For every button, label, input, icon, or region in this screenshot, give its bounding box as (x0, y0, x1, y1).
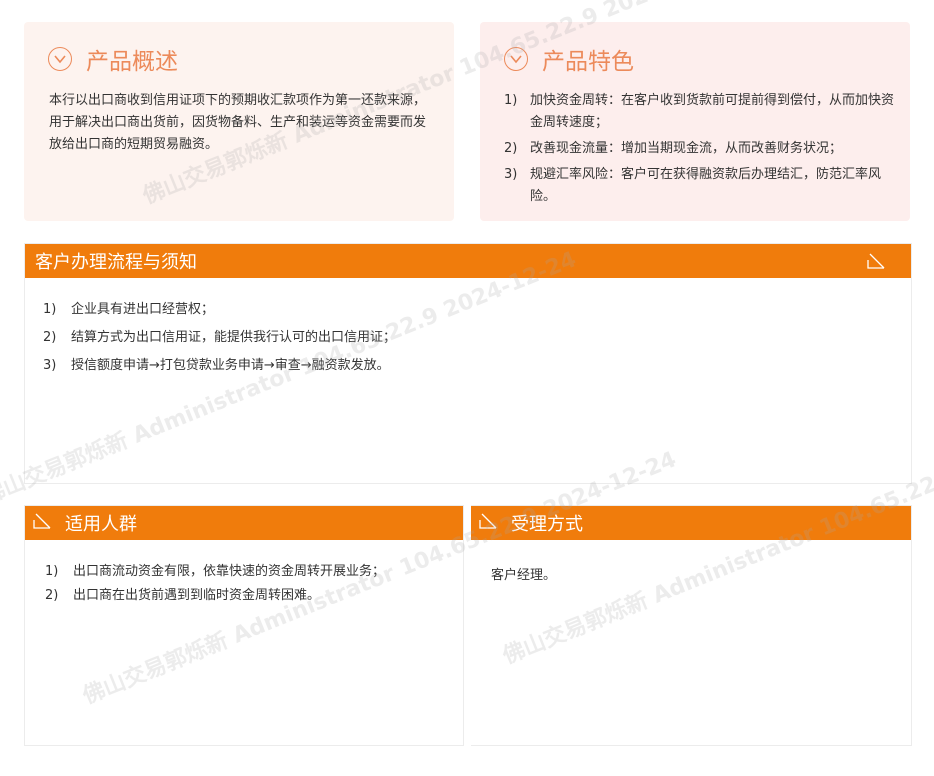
acceptance-panel: 受理方式 客户经理。 (471, 505, 912, 746)
chevron-down-circle-icon (48, 47, 72, 71)
arrow-down-right-icon (33, 512, 53, 535)
list-item-text: 规避汇率风险：客户可在获得融资款后办理结汇，防范汇率风险。 (530, 167, 882, 204)
list-item: 2) 改善现金流量：增加当期现金流，从而改善财务状况； (504, 138, 906, 160)
list-item-text: 出口商在出货前遇到到临时资金周转困难。 (73, 588, 321, 603)
process-panel-title: 客户办理流程与须知 (35, 252, 197, 273)
chevron-down-circle-icon (504, 47, 528, 71)
list-item: 1) 出口商流动资金有限，依靠快速的资金周转开展业务； (45, 560, 385, 584)
list-item-number: 2) (43, 330, 57, 345)
list-item: 1) 企业具有进出口经营权； (43, 296, 396, 324)
list-item: 2) 结算方式为出口信用证，能提供我行认可的出口信用证； (43, 324, 396, 352)
audience-panel: 适用人群 1) 出口商流动资金有限，依靠快速的资金周转开展业务； 2) 出口商在… (24, 505, 464, 746)
audience-panel-title: 适用人群 (65, 514, 137, 535)
process-panel: 客户办理流程与须知 1) 企业具有进出口经营权； 2) 结算方式为出口信用证，能… (24, 243, 912, 484)
list-item-number: 3) (43, 358, 57, 373)
audience-panel-header: 适用人群 (25, 506, 463, 540)
features-list: 1) 加快资金周转：在客户收到货款前可提前得到偿付，从而加快资金周转速度； 2)… (504, 90, 906, 212)
list-item: 3) 规避汇率风险：客户可在获得融资款后办理结汇，防范汇率风险。 (504, 164, 906, 208)
list-item-text: 授信额度申请→打包贷款业务申请→审查→融资款发放。 (71, 358, 390, 373)
list-item-text: 出口商流动资金有限，依靠快速的资金周转开展业务； (73, 564, 386, 579)
overview-title: 产品概述 (86, 49, 178, 75)
list-item-number: 2) (504, 141, 518, 156)
list-item-number: 2) (45, 588, 59, 603)
list-item-text: 改善现金流量：增加当期现金流，从而改善财务状况； (530, 141, 843, 156)
list-item-number: 1) (43, 302, 57, 317)
overview-header: 产品概述 (48, 42, 178, 76)
process-list: 1) 企业具有进出口经营权； 2) 结算方式为出口信用证，能提供我行认可的出口信… (43, 296, 396, 380)
product-features-card: 产品特色 1) 加快资金周转：在客户收到货款前可提前得到偿付，从而加快资金周转速… (480, 22, 910, 221)
list-item-text: 加快资金周转：在客户收到货款前可提前得到偿付，从而加快资金周转速度； (530, 93, 895, 130)
list-item-number: 1) (504, 93, 518, 108)
list-item: 3) 授信额度申请→打包贷款业务申请→审查→融资款发放。 (43, 352, 396, 380)
list-item-text: 结算方式为出口信用证，能提供我行认可的出口信用证； (71, 330, 397, 345)
list-item-text: 企业具有进出口经营权； (71, 302, 215, 317)
acceptance-panel-title: 受理方式 (511, 514, 583, 535)
acceptance-panel-header: 受理方式 (471, 506, 911, 540)
list-item: 2) 出口商在出货前遇到到临时资金周转困难。 (45, 584, 385, 608)
features-header: 产品特色 (504, 42, 634, 76)
product-overview-card: 产品概述 本行以出口商收到信用证项下的预期收汇款项作为第一还款来源，用于解决出口… (24, 22, 454, 221)
list-item: 1) 加快资金周转：在客户收到货款前可提前得到偿付，从而加快资金周转速度； (504, 90, 906, 134)
overview-text: 本行以出口商收到信用证项下的预期收汇款项作为第一还款来源，用于解决出口商出货前，… (49, 93, 427, 152)
arrow-down-right-icon (867, 252, 887, 275)
features-title: 产品特色 (542, 49, 634, 75)
list-item-number: 3) (504, 167, 518, 182)
process-panel-header: 客户办理流程与须知 (25, 244, 911, 278)
arrow-down-right-icon (479, 512, 499, 535)
list-item-number: 1) (45, 564, 59, 579)
audience-list: 1) 出口商流动资金有限，依靠快速的资金周转开展业务； 2) 出口商在出货前遇到… (45, 560, 385, 608)
acceptance-text: 客户经理。 (491, 568, 557, 583)
